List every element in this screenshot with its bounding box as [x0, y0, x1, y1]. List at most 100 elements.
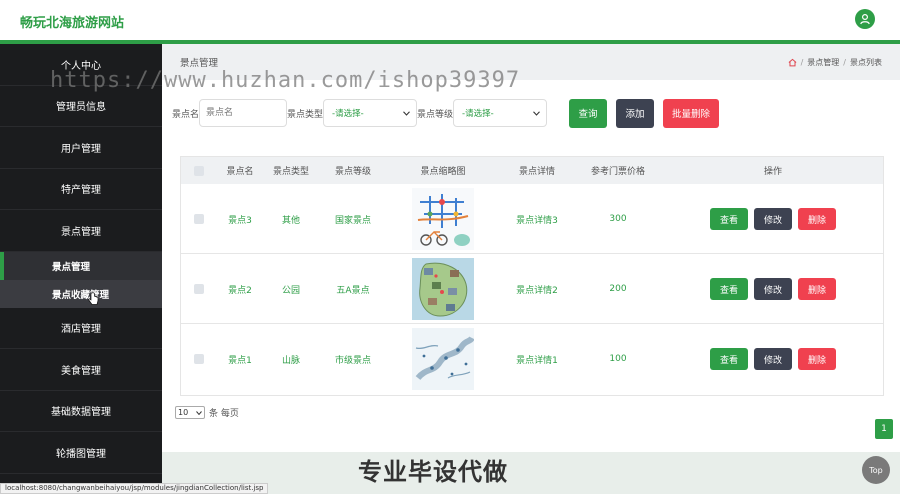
col-detail: 景点详情 — [518, 167, 556, 177]
page-size-value: 10 — [178, 408, 189, 417]
hand-cursor-icon — [88, 291, 99, 305]
type-select[interactable]: -请选择- — [323, 99, 418, 127]
edit-button[interactable]: 修改 — [754, 208, 792, 230]
cell-name: 景点3 — [228, 215, 252, 226]
thumbnail-image[interactable] — [412, 188, 474, 250]
delete-button[interactable]: 删除 — [798, 208, 836, 230]
col-actions: 操作 — [763, 167, 783, 177]
cell-level: 五A景点 — [336, 285, 370, 296]
search-form: 景点名 景点类型 -请选择- 景点等级 -请选择- 查询 添加 批量删除 — [172, 98, 720, 128]
sidebar-item-specialty[interactable]: 特产管理 — [0, 169, 162, 210]
select-all-checkbox[interactable] — [194, 157, 204, 184]
caption-overlay: 专业毕设代做 — [358, 458, 508, 486]
row-actions: 查看 修改 删除 — [710, 254, 836, 324]
breadcrumb-item: 景点列表 — [850, 57, 882, 67]
table-row: 景点3 其他 国家景点 景点详情3 300 查看 修改 删除 — [181, 184, 883, 254]
chevron-down-icon — [196, 410, 202, 415]
user-icon[interactable] — [855, 9, 875, 29]
table-header: 景点名 景点类型 景点等级 景点缩略图 景点详情 参考门票价格 操作 — [181, 157, 883, 184]
col-name: 景点名 — [226, 167, 254, 177]
cell-name: 景点1 — [228, 355, 252, 366]
breadcrumb: / 景点管理 / 景点列表 — [788, 57, 882, 68]
cell-detail[interactable]: 景点详情3 — [516, 184, 558, 254]
cell-thumbnail — [412, 324, 474, 394]
cell-type: 其他 — [281, 215, 301, 226]
level-select[interactable]: -请选择- — [453, 99, 548, 127]
watermark-text: https://www.huzhan.com/ishop39397 — [50, 68, 521, 93]
table-row: 景点2 公园 五A景点 景点详情2 200 查看 修改 删除 — [181, 254, 883, 324]
sidebar-item-label: 景点管理 — [52, 261, 91, 273]
page-title: 景点管理 — [180, 58, 219, 69]
level-label: 景点等级 — [417, 109, 454, 120]
cell-price: 100 — [609, 354, 627, 364]
back-to-top-button[interactable]: Top — [862, 456, 890, 484]
cell-type: 山脉 — [281, 355, 301, 366]
main-content: 景点管理 / 景点管理 / 景点列表 景点名 景点类型 -请选择- 景点等级 -… — [162, 44, 900, 494]
cell-level: 国家景点 — [334, 215, 372, 226]
view-button[interactable]: 查看 — [710, 278, 748, 300]
page-button-current[interactable]: 1 — [875, 419, 893, 439]
name-search-input[interactable] — [199, 99, 288, 127]
row-checkbox[interactable] — [194, 254, 204, 324]
type-label: 景点类型 — [287, 109, 324, 120]
cell-thumbnail — [412, 254, 474, 324]
sidebar-item-carousel[interactable]: 轮播图管理 — [0, 432, 162, 474]
row-checkbox[interactable] — [194, 184, 204, 254]
row-actions: 查看 修改 删除 — [710, 184, 836, 254]
delete-button[interactable]: 删除 — [798, 348, 836, 370]
status-bar-url: localhost:8080/changwanbeihaiyou/jsp/mod… — [0, 483, 269, 494]
level-select-value: -请选择- — [462, 109, 494, 119]
name-label: 景点名 — [172, 109, 200, 120]
edit-button[interactable]: 修改 — [754, 278, 792, 300]
sidebar-item-label: 用户管理 — [61, 143, 101, 155]
sidebar-subitem-scenic-favorites[interactable]: 景点收藏管理 — [0, 279, 162, 308]
sidebar-item-food[interactable]: 美食管理 — [0, 349, 162, 391]
sidebar-item-scenic[interactable]: 景点管理 — [0, 210, 162, 252]
view-button[interactable]: 查看 — [710, 208, 748, 230]
thumbnail-image[interactable] — [412, 328, 474, 390]
chevron-down-icon — [533, 110, 540, 116]
edit-button[interactable]: 修改 — [754, 348, 792, 370]
cell-name: 景点2 — [228, 285, 252, 296]
app-title: 畅玩北海旅游网站 — [20, 16, 125, 31]
type-select-value: -请选择- — [332, 109, 364, 119]
chevron-down-icon — [403, 110, 410, 116]
page-size-control: 10 条 每页 — [175, 406, 239, 419]
add-button[interactable]: 添加 — [616, 98, 655, 128]
per-page-label: 条 每页 — [209, 409, 239, 419]
cell-price: 300 — [609, 214, 627, 224]
sidebar-item-hotel[interactable]: 酒店管理 — [0, 308, 162, 349]
sidebar-item-label: 景点管理 — [61, 226, 101, 238]
sidebar-item-label: 轮播图管理 — [56, 448, 106, 460]
batch-delete-button[interactable]: 批量删除 — [663, 98, 720, 128]
cell-price: 200 — [609, 284, 627, 294]
thumbnail-image[interactable] — [412, 258, 474, 320]
query-button[interactable]: 查询 — [569, 98, 608, 128]
breadcrumb-item[interactable]: 景点管理 — [807, 57, 839, 68]
footer-band — [162, 452, 900, 494]
col-level: 景点等级 — [334, 167, 372, 177]
cell-detail[interactable]: 景点详情2 — [516, 254, 558, 324]
col-price: 参考门票价格 — [590, 167, 646, 177]
row-checkbox[interactable] — [194, 324, 204, 394]
cell-thumbnail — [412, 184, 474, 254]
sidebar-item-users[interactable]: 用户管理 — [0, 127, 162, 169]
view-button[interactable]: 查看 — [710, 348, 748, 370]
cell-type: 公园 — [281, 285, 301, 296]
cell-detail[interactable]: 景点详情1 — [516, 324, 558, 394]
table-row: 景点1 山脉 市级景点 景点详情1 100 查看 修改 删除 — [181, 324, 883, 394]
row-actions: 查看 修改 删除 — [710, 324, 836, 394]
home-icon[interactable] — [788, 58, 797, 67]
delete-button[interactable]: 删除 — [798, 278, 836, 300]
sidebar-subitem-scenic-manage[interactable]: 景点管理 — [0, 251, 162, 280]
sidebar-item-label: 特产管理 — [61, 185, 101, 197]
sidebar-item-label: 管理员信息 — [56, 102, 106, 114]
cell-level: 市级景点 — [334, 355, 372, 366]
sidebar-item-label: 美食管理 — [61, 365, 101, 377]
sidebar-item-label: 景点收藏管理 — [52, 289, 110, 301]
sidebar-item-basic-data[interactable]: 基础数据管理 — [0, 391, 162, 432]
top-bar: 畅玩北海旅游网站 — [0, 0, 900, 40]
page-size-select[interactable]: 10 — [175, 406, 205, 419]
sidebar-item-label: 酒店管理 — [61, 324, 101, 336]
col-type: 景点类型 — [272, 167, 310, 177]
